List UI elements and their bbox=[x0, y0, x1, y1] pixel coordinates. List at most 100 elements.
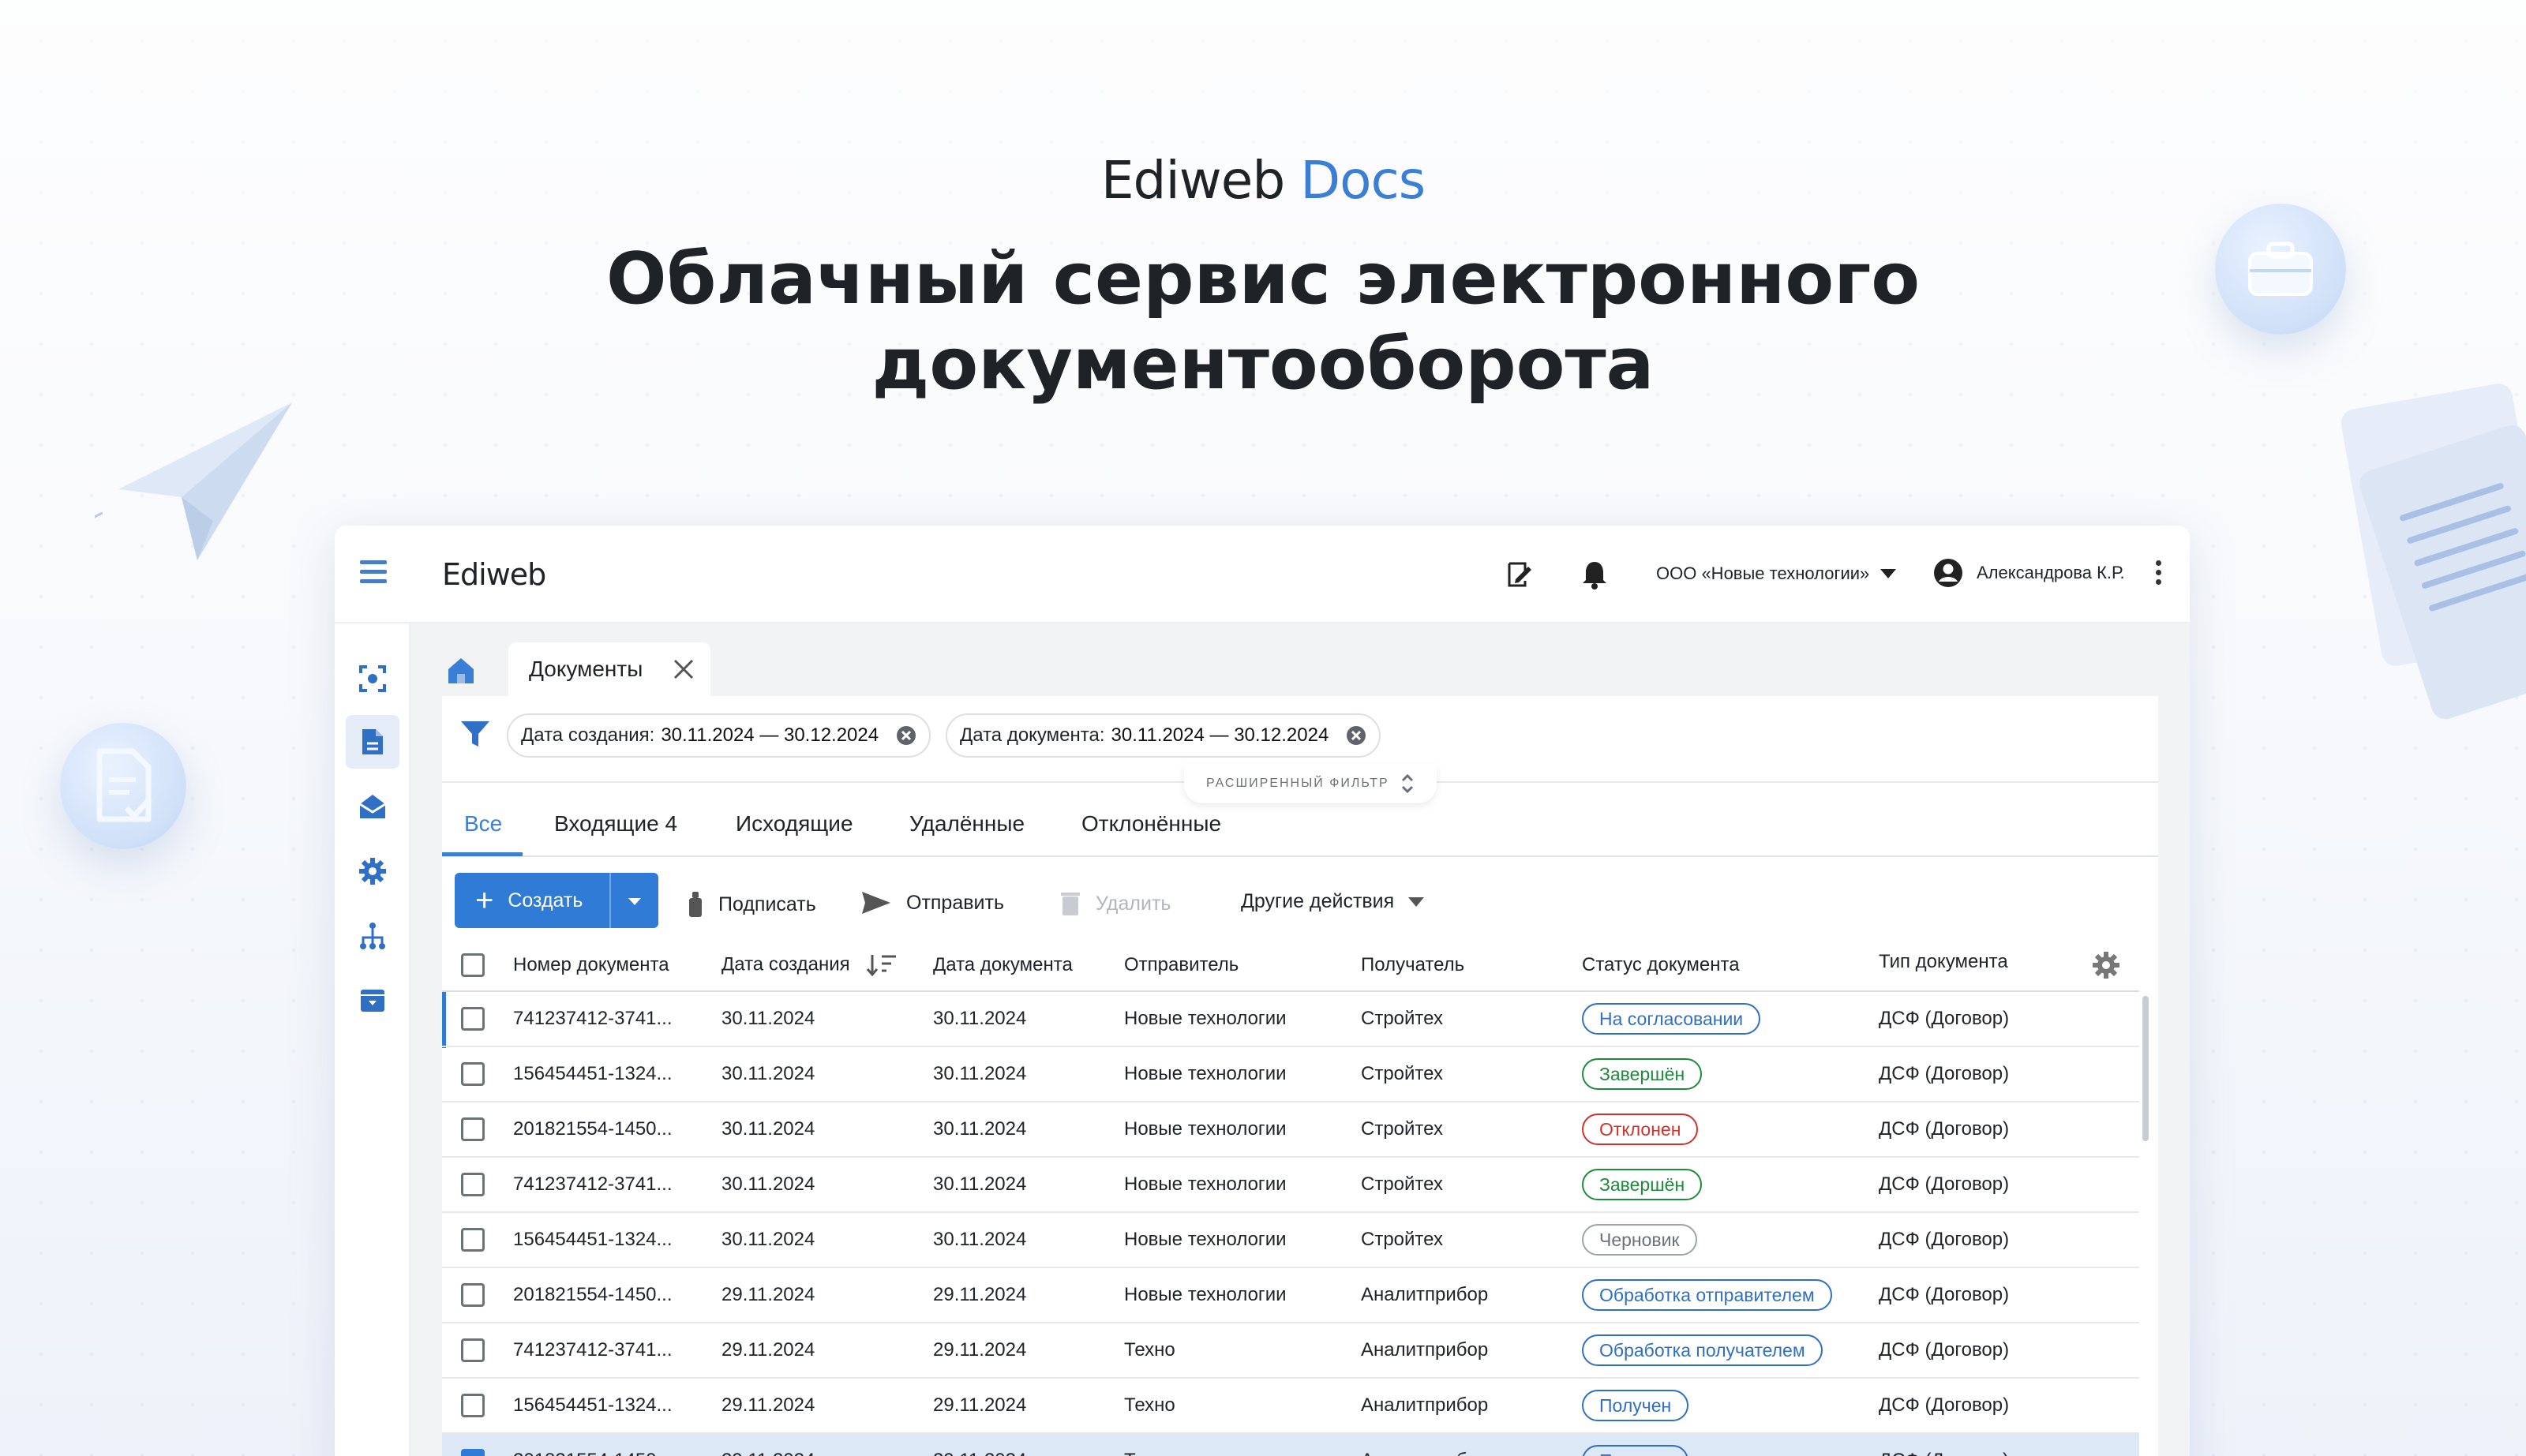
sidebar-item-mail[interactable] bbox=[346, 780, 399, 833]
clear-icon[interactable] bbox=[1346, 725, 1366, 746]
row-checkbox[interactable] bbox=[461, 1173, 485, 1196]
sidebar-item-archive[interactable] bbox=[346, 974, 399, 1027]
cell-doc-date: 30.11.2024 bbox=[933, 1157, 1124, 1213]
filter-chip-doc-date[interactable]: Дата документа: 30.11.2024 — 30.12.2024 bbox=[946, 713, 1381, 758]
header-sender[interactable]: Отправитель bbox=[1124, 939, 1361, 992]
table-row[interactable]: 201821554-1450... 29.11.2024 29.11.2024 … bbox=[442, 1267, 2139, 1323]
table-row[interactable]: 156454451-1324... 30.11.2024 30.11.2024 … bbox=[442, 1046, 2139, 1102]
select-all-checkbox[interactable] bbox=[461, 953, 485, 977]
cell-doc-date: 29.11.2024 bbox=[933, 1433, 1124, 1456]
edit-document-icon[interactable] bbox=[1501, 557, 1536, 592]
cell-number: 741237412-3741... bbox=[513, 1157, 721, 1213]
create-button[interactable]: + Создать bbox=[455, 873, 658, 928]
document-tabs: Все Входящие 4 Исходящие Удалённые Откло… bbox=[442, 789, 2158, 857]
table-row[interactable]: 741237412-3741... 29.11.2024 29.11.2024 … bbox=[442, 1323, 2139, 1379]
table-row[interactable]: 741237412-3741... 30.11.2024 30.11.2024 … bbox=[442, 1157, 2139, 1213]
organization-selector[interactable]: ООО «Новые технологии» bbox=[1656, 563, 1897, 584]
cell-status: Обработка отправителем bbox=[1582, 1267, 1879, 1323]
cell-type: ДСФ (Договор) bbox=[1879, 1102, 2139, 1158]
clear-icon[interactable] bbox=[896, 725, 916, 746]
create-dropdown-icon[interactable] bbox=[624, 893, 646, 909]
user-menu[interactable]: Александрова К.Р. bbox=[1932, 557, 2125, 589]
header-number[interactable]: Номер документа bbox=[513, 939, 721, 992]
cell-number: 201821554-1450... bbox=[513, 1267, 721, 1323]
sidebar-item-scan[interactable] bbox=[346, 652, 399, 706]
header-status[interactable]: Статус документа bbox=[1582, 939, 1879, 992]
hero-line-1: Облачный сервис электронного bbox=[605, 238, 1921, 320]
header-doc-date[interactable]: Дата документа bbox=[933, 939, 1124, 992]
chevron-down-icon bbox=[1408, 896, 1425, 907]
cell-type: ДСФ (Договор) bbox=[1879, 991, 2139, 1047]
tab-deleted[interactable]: Удалённые bbox=[909, 811, 1025, 837]
menu-icon[interactable] bbox=[360, 560, 392, 587]
tab-all[interactable]: Все bbox=[464, 811, 502, 837]
row-checkbox[interactable] bbox=[461, 1283, 485, 1307]
status-badge: Завершён bbox=[1582, 1169, 1703, 1200]
cell-created: 30.11.2024 bbox=[721, 1046, 933, 1102]
cell-receiver: Аналитприбор bbox=[1361, 1433, 1582, 1456]
sign-icon bbox=[689, 892, 702, 917]
bell-icon[interactable] bbox=[1577, 557, 1612, 592]
row-checkbox[interactable] bbox=[461, 1117, 485, 1141]
table-row[interactable]: 741237412-3741... 30.11.2024 30.11.2024 … bbox=[442, 991, 2139, 1047]
top-bar: Ediweb ООО «Новые технологии» Александро… bbox=[335, 526, 2190, 623]
other-actions-label: Другие действия bbox=[1241, 890, 1395, 912]
scrollbar[interactable] bbox=[2142, 996, 2149, 1141]
filter-icon[interactable] bbox=[459, 718, 491, 750]
cell-number: 201821554-1450... bbox=[513, 1433, 721, 1456]
sidebar-item-documents[interactable] bbox=[346, 715, 399, 769]
table-row[interactable]: 201821554-1450... 30.11.2024 30.11.2024 … bbox=[442, 1102, 2139, 1158]
row-checkbox[interactable] bbox=[461, 1449, 485, 1456]
table-row[interactable]: 156454451-1324... 30.11.2024 30.11.2024 … bbox=[442, 1212, 2139, 1268]
home-icon[interactable] bbox=[445, 655, 480, 690]
header-created[interactable]: Дата создания bbox=[721, 939, 933, 992]
filter-chip-created[interactable]: Дата создания: 30.11.2024 — 30.12.2024 bbox=[507, 713, 931, 758]
account-icon bbox=[1934, 559, 1962, 587]
tab-outgoing[interactable]: Исходящие bbox=[736, 811, 853, 837]
cell-created: 30.11.2024 bbox=[721, 1157, 933, 1213]
row-checkbox[interactable] bbox=[461, 1007, 485, 1031]
more-vert-icon[interactable] bbox=[2150, 560, 2166, 592]
documents-panel: Дата создания: 30.11.2024 — 30.12.2024 Д… bbox=[442, 696, 2158, 1456]
row-checkbox[interactable] bbox=[461, 1394, 485, 1417]
close-icon[interactable] bbox=[673, 658, 695, 680]
delete-button[interactable]: Удалить bbox=[1059, 890, 1171, 917]
tab-rejected[interactable]: Отклонённые bbox=[1081, 811, 1221, 837]
header-receiver[interactable]: Получатель bbox=[1361, 939, 1582, 992]
cell-doc-date: 30.11.2024 bbox=[933, 1102, 1124, 1158]
cell-sender: Новые технологии bbox=[1124, 991, 1361, 1047]
tab-incoming[interactable]: Входящие 4 bbox=[554, 811, 677, 837]
sidebar-item-structure[interactable] bbox=[346, 909, 399, 963]
cell-receiver: Аналитприбор bbox=[1361, 1323, 1582, 1379]
table-row[interactable]: 201821554-1450... 29.11.2024 29.11.2024 … bbox=[442, 1433, 2139, 1456]
row-checkbox[interactable] bbox=[461, 1062, 485, 1086]
gear-icon[interactable] bbox=[2092, 951, 2120, 979]
sort-icon[interactable] bbox=[866, 953, 898, 977]
table-row[interactable]: 156454451-1324... 29.11.2024 29.11.2024 … bbox=[442, 1378, 2139, 1434]
create-label: Создать bbox=[508, 889, 583, 911]
send-label: Отправить bbox=[906, 891, 1004, 914]
header-type[interactable]: Тип документа bbox=[1879, 939, 2139, 992]
cell-type: ДСФ (Договор) bbox=[1879, 1267, 2139, 1323]
status-badge: Обработка отправителем bbox=[1582, 1279, 1832, 1311]
other-actions-dropdown[interactable]: Другие действия bbox=[1241, 890, 1425, 913]
row-checkbox[interactable] bbox=[461, 1338, 485, 1362]
cell-sender: Новые технологии bbox=[1124, 1102, 1361, 1158]
mail-open-icon bbox=[359, 795, 386, 818]
tab-documents-label: Документы bbox=[529, 657, 643, 681]
row-checkbox[interactable] bbox=[461, 1228, 485, 1252]
cell-doc-date: 30.11.2024 bbox=[933, 1046, 1124, 1102]
organization-name: ООО «Новые технологии» bbox=[1656, 563, 1870, 583]
sign-button[interactable]: Подписать bbox=[687, 890, 816, 919]
sidebar-item-settings[interactable] bbox=[346, 844, 399, 898]
cell-doc-date: 29.11.2024 bbox=[933, 1267, 1124, 1323]
cell-receiver: Стройтех bbox=[1361, 1102, 1582, 1158]
table-header-row: Номер документа Дата создания Дата докум… bbox=[442, 939, 2139, 992]
cell-type: ДСФ (Договор) bbox=[1879, 1157, 2139, 1213]
cell-number: 741237412-3741... bbox=[513, 1323, 721, 1379]
app-logo[interactable]: Ediweb bbox=[442, 557, 546, 592]
send-button[interactable]: Отправить bbox=[860, 890, 1004, 915]
tab-documents[interactable]: Документы bbox=[508, 642, 710, 696]
cell-type: ДСФ (Договор) bbox=[1879, 1046, 2139, 1102]
archive-icon bbox=[361, 990, 384, 1012]
